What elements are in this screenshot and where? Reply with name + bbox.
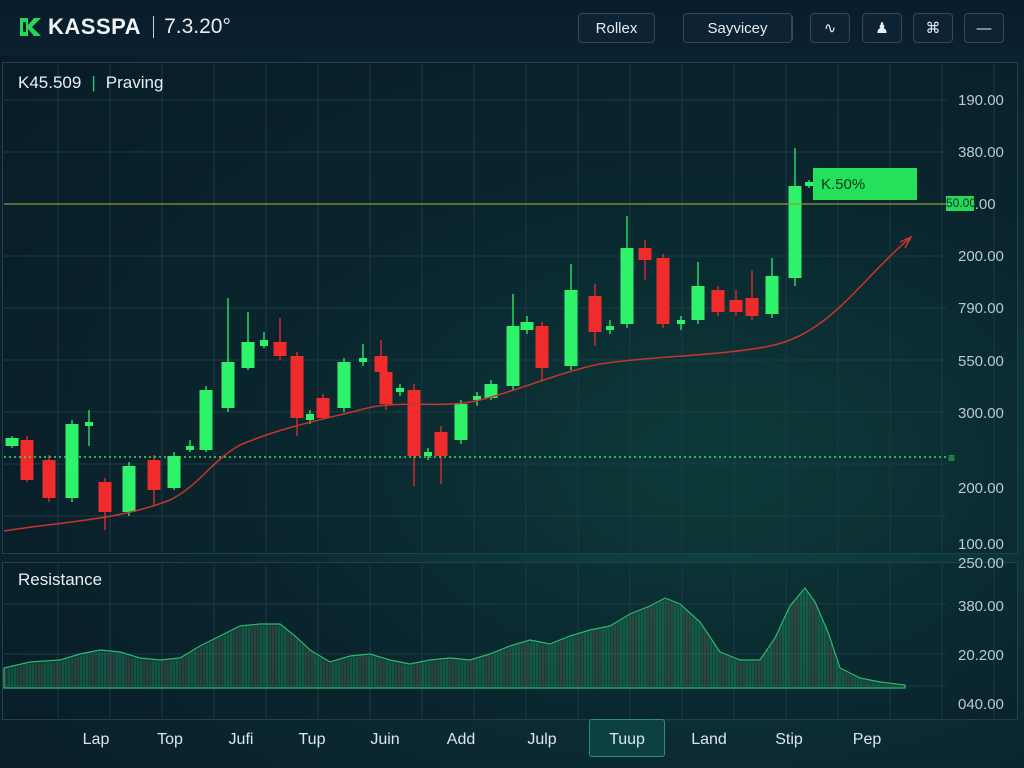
x-axis-label[interactable]: Jufi bbox=[206, 731, 276, 749]
candle-up bbox=[199, 390, 213, 450]
candle-up bbox=[691, 286, 705, 320]
chart-grid bbox=[4, 64, 995, 718]
volume-y-tick-label: 250.00 bbox=[958, 555, 1004, 572]
candle-down bbox=[316, 398, 330, 418]
candle-down bbox=[42, 460, 56, 498]
y-tick-label: 550.00 bbox=[958, 353, 1004, 370]
candle-up bbox=[359, 358, 367, 362]
candle-down bbox=[638, 248, 652, 260]
candle-down bbox=[147, 460, 161, 490]
candle-up bbox=[186, 446, 194, 450]
candle-down bbox=[711, 290, 725, 312]
candle-up bbox=[805, 182, 813, 186]
candle-up bbox=[65, 424, 79, 498]
symbol-name: K45.509 bbox=[18, 73, 82, 92]
x-axis-label[interactable]: Land bbox=[674, 731, 744, 749]
volume-y-tick-label: 20.200 bbox=[958, 647, 1004, 664]
candle-down bbox=[535, 326, 549, 368]
candle-up bbox=[520, 322, 534, 330]
x-axis-label[interactable]: Add bbox=[426, 731, 496, 749]
chart-canvas[interactable]: 190.00 380.00 50.00 200.00 790.00 550.00 300.0… bbox=[0, 0, 1024, 768]
y-tick-label: 190.00 bbox=[958, 92, 1004, 109]
candle-up bbox=[396, 388, 404, 392]
candle-down bbox=[745, 298, 759, 316]
candle-up bbox=[260, 340, 268, 346]
volume-area bbox=[3, 587, 906, 689]
candle-up bbox=[221, 362, 235, 408]
candlestick-series bbox=[5, 148, 813, 530]
volume-y-tick-label: 380.00 bbox=[958, 598, 1004, 615]
x-axis-label[interactable]: Juin bbox=[350, 731, 420, 749]
price-tag: K.50% bbox=[813, 168, 917, 200]
x-axis-label[interactable]: Lap bbox=[61, 731, 131, 749]
candle-down bbox=[98, 482, 112, 512]
x-axis-label[interactable]: Stip bbox=[754, 731, 824, 749]
candle-down bbox=[290, 356, 304, 418]
candle-down bbox=[407, 390, 421, 456]
candle-up bbox=[241, 342, 255, 368]
candle-up bbox=[424, 452, 432, 456]
candle-up bbox=[677, 320, 685, 324]
candle-up bbox=[5, 438, 19, 446]
candle-up bbox=[337, 362, 351, 408]
candle-up bbox=[85, 422, 93, 426]
current-price-marker: 50.00 bbox=[946, 196, 977, 211]
volume-area-series bbox=[3, 587, 906, 689]
x-axis-label[interactable]: Julp bbox=[507, 731, 577, 749]
candle-down bbox=[434, 432, 448, 456]
y-tick-label: 790.00 bbox=[958, 300, 1004, 317]
y-tick-label: 200.00 bbox=[958, 480, 1004, 497]
x-axis-label[interactable]: Top bbox=[135, 731, 205, 749]
candle-up bbox=[765, 276, 779, 314]
candle-up bbox=[122, 466, 136, 512]
price-tag-label: K.50% bbox=[821, 175, 866, 193]
x-axis-label[interactable]: Tuup bbox=[592, 731, 662, 749]
candle-down bbox=[20, 440, 34, 480]
candle-up bbox=[306, 414, 314, 420]
candle-up bbox=[167, 456, 181, 488]
candle-down bbox=[379, 372, 393, 404]
candle-up bbox=[506, 326, 520, 386]
x-axis-label[interactable]: Pep bbox=[832, 731, 902, 749]
symbol-header: K45.509 | Praving bbox=[18, 73, 163, 93]
candle-up bbox=[454, 404, 468, 440]
y-tick-label: 300.00 bbox=[958, 405, 1004, 422]
candle-down bbox=[273, 342, 287, 356]
volume-panel-title: Resistance bbox=[18, 570, 103, 589]
y-axis-ticks: 190.00380.0050.00200.00790.00550.00300.0… bbox=[958, 92, 1004, 713]
candle-down bbox=[656, 258, 670, 324]
candle-up bbox=[564, 290, 578, 366]
y-tick-label: 380.00 bbox=[958, 144, 1004, 161]
support-line-marker: ≡ bbox=[948, 451, 956, 465]
y-tick-label: 100.00 bbox=[958, 536, 1004, 553]
symbol-separator: | bbox=[91, 73, 96, 92]
symbol-status: Praving bbox=[105, 73, 164, 92]
candle-down bbox=[729, 300, 743, 312]
x-axis-label[interactable]: Tup bbox=[277, 731, 347, 749]
volume-y-tick-label: 040.00 bbox=[958, 696, 1004, 713]
candle-up bbox=[620, 248, 634, 324]
candle-up bbox=[788, 186, 802, 278]
candle-down bbox=[588, 296, 602, 332]
candle-up bbox=[606, 326, 614, 330]
y-tick-label: 200.00 bbox=[958, 248, 1004, 265]
